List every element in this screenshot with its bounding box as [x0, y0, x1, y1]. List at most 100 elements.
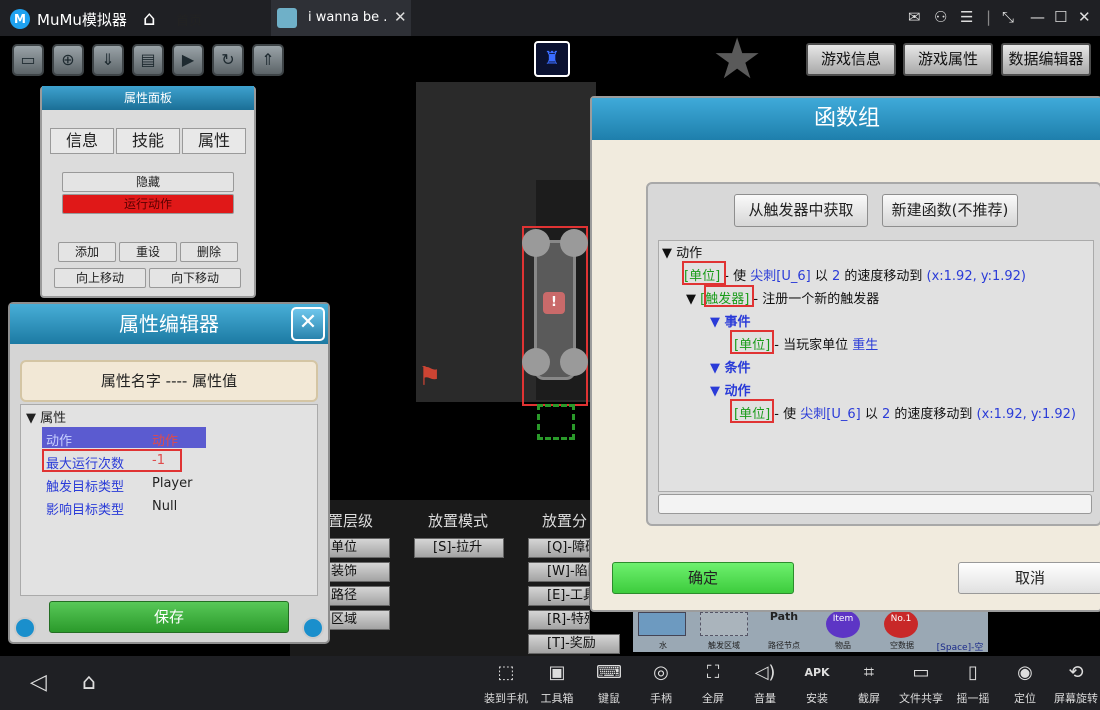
- condition-heading[interactable]: ▼ 条件: [710, 357, 751, 376]
- item-water[interactable]: 水: [633, 612, 693, 652]
- category-reward-button[interactable]: [T]-奖励: [528, 634, 620, 654]
- shake-icon: ▯: [968, 662, 978, 683]
- add-button[interactable]: 添加: [58, 242, 116, 262]
- home-icon[interactable]: ⌂: [143, 6, 156, 30]
- refresh-icon[interactable]: ↻: [212, 44, 244, 76]
- mode-stretch-button[interactable]: [S]-拉升: [414, 538, 504, 558]
- coordinate-value: (x:1.92, y:1.92): [976, 407, 1077, 422]
- property-key[interactable]: 触发目标类型: [46, 476, 124, 495]
- resize-handle[interactable]: [302, 617, 324, 639]
- close-icon[interactable]: ✕: [291, 307, 325, 341]
- tab-attribute[interactable]: 属性: [182, 128, 246, 154]
- item-object[interactable]: 物品: [813, 612, 873, 652]
- item-empty-data[interactable]: 空数据: [872, 612, 932, 652]
- phone-install-icon: ⬚: [497, 662, 515, 683]
- property-key[interactable]: 动作: [46, 430, 72, 449]
- category-trap-button[interactable]: [W]-陷阱: [528, 562, 590, 582]
- tab-home[interactable]: 首页: [176, 10, 202, 29]
- ok-button[interactable]: 确定: [612, 562, 794, 594]
- keymouse-button[interactable]: ⌨ 键鼠: [585, 662, 633, 706]
- function-line[interactable]: [单位] - 使 尖刺[U_6] 以 2 的速度移动到 (x:1.92, y:1…: [684, 265, 1026, 284]
- fullscreen-icon[interactable]: ⤡: [1002, 8, 1014, 26]
- item-path-node[interactable]: 路径节点: [754, 612, 814, 652]
- file-share-button[interactable]: ▭ 文件共享: [897, 662, 945, 706]
- property-value[interactable]: Player: [152, 476, 192, 491]
- bottom-label: 安装: [806, 692, 828, 705]
- tab-info[interactable]: 信息: [50, 128, 114, 154]
- minimize-icon[interactable]: —: [1030, 8, 1045, 26]
- cancel-button[interactable]: 取消: [958, 562, 1100, 594]
- player-character-icon[interactable]: ♜: [534, 41, 570, 77]
- category-obstacle-button[interactable]: [Q]-障碍: [528, 538, 590, 558]
- star-icon[interactable]: ★: [712, 32, 762, 88]
- close-icon[interactable]: ✕: [1078, 8, 1091, 26]
- toolbox-icon: ▣: [548, 662, 566, 683]
- toolbox-button[interactable]: ▣ 工具箱: [533, 662, 581, 706]
- property-value[interactable]: -1: [152, 453, 165, 468]
- layer-decor-button[interactable]: 装饰: [326, 562, 390, 582]
- location-button[interactable]: ◉ 定位: [1001, 662, 1049, 706]
- property-root[interactable]: ▼ 属性: [26, 407, 66, 426]
- rotate-icon: ⟲: [1068, 662, 1084, 683]
- layer-path-button[interactable]: 路径: [326, 586, 390, 606]
- new-function-button[interactable]: 新建函数(不推荐): [882, 194, 1018, 227]
- save-button[interactable]: 保存: [49, 601, 289, 633]
- run-action-button[interactable]: 运行动作: [62, 194, 234, 214]
- resize-handle[interactable]: [14, 617, 36, 639]
- layer-region-button[interactable]: 区域: [326, 610, 390, 630]
- maximize-icon[interactable]: ☐: [1054, 8, 1067, 26]
- game-info-button[interactable]: 游戏信息: [806, 43, 896, 76]
- layer-unit-button[interactable]: 单位: [326, 538, 390, 558]
- back-icon[interactable]: ◁: [30, 670, 47, 695]
- tab-skill[interactable]: 技能: [116, 128, 180, 154]
- volume-button[interactable]: ◁) 音量: [741, 662, 789, 706]
- mail-icon[interactable]: ✉: [908, 8, 921, 26]
- upload-icon[interactable]: ⇑: [252, 44, 284, 76]
- item-trigger-zone[interactable]: 触发区域: [694, 612, 754, 652]
- hide-button[interactable]: 隐藏: [62, 172, 234, 192]
- install-apk-button[interactable]: APK 安装: [793, 662, 841, 706]
- screenshot-button[interactable]: ⌗ 截屏: [845, 662, 893, 706]
- reset-button[interactable]: 重设: [119, 242, 177, 262]
- fullscreen-button[interactable]: ⛶ 全屏: [689, 662, 737, 706]
- tree-root-action[interactable]: ▼ 动作: [662, 242, 702, 261]
- rotate-screen-button[interactable]: ⟲ 屏幕旋转: [1052, 662, 1100, 706]
- bottom-label: 键鼠: [598, 692, 620, 705]
- download-icon[interactable]: ⇓: [92, 44, 124, 76]
- category-heading: 放置分: [542, 512, 588, 530]
- property-key[interactable]: 最大运行次数: [46, 453, 124, 472]
- tab-game-label[interactable]: i wanna be ..: [308, 10, 388, 25]
- save-icon[interactable]: ▤: [132, 44, 164, 76]
- category-tool-button[interactable]: [E]-工具: [528, 586, 590, 606]
- game-props-button[interactable]: 游戏属性: [903, 43, 993, 76]
- user-icon[interactable]: ⚇: [934, 8, 947, 26]
- property-key[interactable]: 影响目标类型: [46, 499, 124, 518]
- property-value[interactable]: 动作: [152, 430, 178, 449]
- get-from-trigger-button[interactable]: 从触发器中获取: [734, 194, 868, 227]
- home-icon[interactable]: ⌂: [82, 670, 96, 695]
- tab-close-icon[interactable]: ✕: [394, 8, 407, 26]
- gamepad-button[interactable]: ◎ 手柄: [637, 662, 685, 706]
- bottom-label: 屏幕旋转: [1054, 692, 1098, 705]
- folder-icon[interactable]: ▭: [12, 44, 44, 76]
- item-space-empty[interactable]: [Space]-空: [930, 612, 990, 653]
- category-special-button[interactable]: [R]-特殊: [528, 610, 590, 630]
- delete-button[interactable]: 删除: [180, 242, 238, 262]
- play-icon[interactable]: ▶: [172, 44, 204, 76]
- new-file-icon[interactable]: ⊕: [52, 44, 84, 76]
- shake-button[interactable]: ▯ 摇一摇: [949, 662, 997, 706]
- install-to-phone-button[interactable]: ⬚ 装到手机: [482, 662, 530, 706]
- event-heading[interactable]: ▼ 事件: [710, 311, 751, 330]
- location-pin-icon: ◉: [1017, 662, 1033, 683]
- horizontal-scrollbar[interactable]: [658, 494, 1092, 514]
- unit-handle: [522, 348, 550, 376]
- property-value[interactable]: Null: [152, 499, 177, 514]
- move-down-button[interactable]: 向下移动: [149, 268, 241, 288]
- move-up-button[interactable]: 向上移动: [54, 268, 146, 288]
- attribute-panel: [40, 86, 256, 298]
- action-heading[interactable]: ▼ 动作: [710, 380, 751, 399]
- function-line[interactable]: [单位] - 使 尖刺[U_6] 以 2 的速度移动到 (x:1.92, y:1…: [734, 403, 1076, 422]
- line-text: - 当玩家单位: [770, 338, 853, 353]
- data-editor-button[interactable]: 数据编辑器: [1001, 43, 1091, 76]
- menu-icon[interactable]: ☰: [960, 8, 973, 26]
